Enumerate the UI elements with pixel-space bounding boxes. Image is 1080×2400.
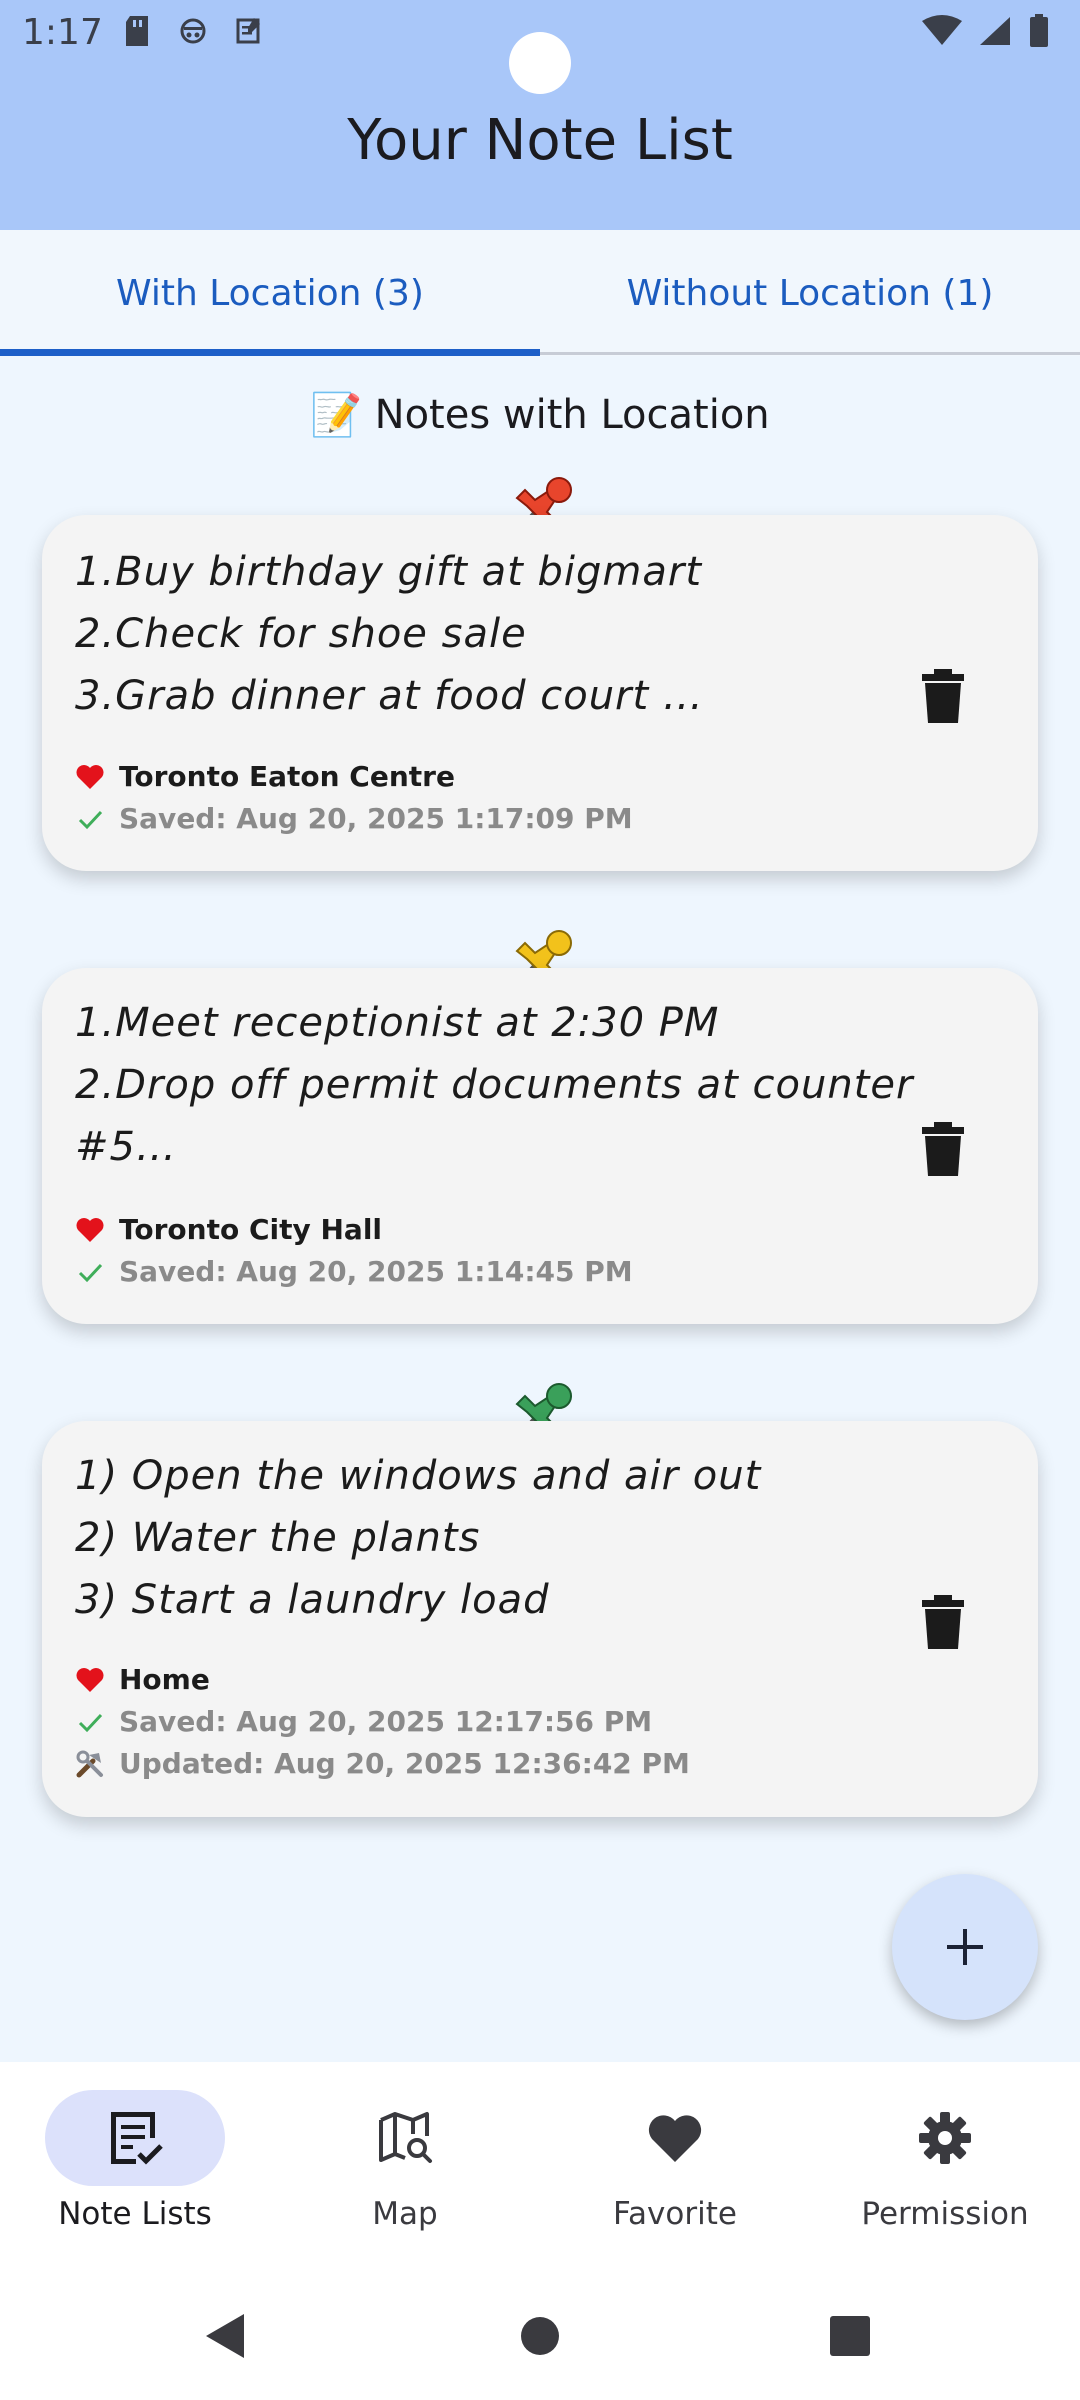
note-line: 1.Buy birthday gift at bigmart — [75, 549, 703, 595]
note-content: 1.Meet receptionist at 2:30 PM 2.Drop of… — [75, 992, 914, 1178]
delete-icon[interactable] — [920, 1595, 966, 1649]
page-title: Your Note List — [347, 108, 733, 173]
note-line: #5… — [75, 1124, 177, 1170]
home-icon[interactable] — [520, 2316, 560, 2356]
sd-card-icon — [122, 14, 152, 48]
delete-icon[interactable] — [920, 669, 966, 723]
note-line: 1) Open the windows and air out — [75, 1453, 762, 1499]
saved-timestamp: Saved: Aug 20, 2025 1:17:09 PM — [119, 802, 633, 835]
note-content: 1.Buy birthday gift at bigmart 2.Check f… — [75, 541, 895, 727]
status-system-icons — [922, 14, 1050, 53]
camera-cutout — [509, 32, 571, 94]
nav-icon-container — [315, 2090, 495, 2186]
note-line: 2.Check for shoe sale — [75, 611, 527, 657]
updated-timestamp: Updated: Aug 20, 2025 12:36:42 PM — [119, 1747, 690, 1780]
saved-timestamp: Saved: Aug 20, 2025 1:14:45 PM — [119, 1255, 633, 1288]
note-content: 1) Open the windows and air out 2) Water… — [75, 1445, 895, 1631]
status-notification-icons — [122, 14, 264, 48]
location-name: Toronto City Hall — [119, 1213, 383, 1246]
note-list-icon — [111, 2112, 163, 2165]
nav-map[interactable]: Map — [270, 2062, 540, 2262]
location-name: Home — [119, 1663, 210, 1696]
heart-icon — [648, 2115, 702, 2162]
plus-icon — [947, 1929, 983, 1965]
saved-row: Saved: Aug 20, 2025 1:14:45 PM — [75, 1255, 633, 1288]
map-search-icon — [379, 2112, 432, 2163]
battery-icon — [1028, 14, 1050, 53]
nav-label: Permission — [861, 2196, 1029, 2232]
saved-row: Saved: Aug 20, 2025 12:17:56 PM — [75, 1705, 652, 1738]
section-title: Notes with Location — [374, 392, 770, 438]
location-row: Toronto Eaton Centre — [75, 760, 455, 793]
updated-row: Updated: Aug 20, 2025 12:36:42 PM — [75, 1747, 690, 1780]
note-card[interactable]: 1.Buy birthday gift at bigmart 2.Check f… — [42, 515, 1038, 871]
heart-icon — [76, 1217, 104, 1242]
note-card[interactable]: 1) Open the windows and air out 2) Water… — [42, 1421, 1038, 1817]
heart-icon — [76, 1667, 104, 1692]
nav-note-lists[interactable]: Note Lists — [0, 2062, 270, 2262]
tools-icon — [76, 1750, 103, 1777]
back-icon[interactable] — [204, 2312, 246, 2360]
status-time: 1:17 — [22, 12, 103, 53]
app-header: 1:17 Your Note List — [0, 0, 1080, 230]
recents-icon[interactable] — [830, 2316, 870, 2356]
add-note-button[interactable] — [892, 1874, 1038, 2020]
check-icon — [78, 1713, 103, 1732]
memo-icon: 📝 — [310, 390, 363, 439]
system-navigation-bar — [0, 2280, 1080, 2400]
check-icon — [78, 810, 103, 829]
active-tab-indicator — [0, 349, 540, 356]
signal-icon — [978, 15, 1012, 52]
delete-icon[interactable] — [920, 1122, 966, 1176]
nav-label: Favorite — [613, 2196, 737, 2232]
note-line: 3.Grab dinner at food court … — [75, 673, 704, 719]
note-line: 1.Meet receptionist at 2:30 PM — [75, 1000, 720, 1046]
note-line: 3) Start a laundry load — [75, 1577, 550, 1623]
location-row: Home — [75, 1663, 210, 1696]
section-heading: 📝 Notes with Location — [0, 390, 1080, 440]
nav-label: Map — [372, 2196, 438, 2232]
tab-without-location[interactable]: Without Location (1) — [540, 230, 1080, 356]
nav-permission[interactable]: Permission — [810, 2062, 1080, 2262]
nav-favorite[interactable]: Favorite — [540, 2062, 810, 2262]
saved-timestamp: Saved: Aug 20, 2025 12:17:56 PM — [119, 1705, 653, 1738]
tab-divider — [540, 352, 1080, 355]
nav-indicator — [45, 2090, 225, 2186]
location-row: Toronto City Hall — [75, 1213, 382, 1246]
nav-icon-container — [855, 2090, 1035, 2186]
incognito-icon — [178, 14, 208, 48]
note-line: 2) Water the plants — [75, 1515, 481, 1561]
location-name: Toronto Eaton Centre — [119, 760, 455, 793]
notes-status-icon — [234, 14, 264, 48]
heart-icon — [76, 764, 104, 789]
location-tabs: With Location (3) Without Location (1) — [0, 230, 1080, 356]
note-card[interactable]: 1.Meet receptionist at 2:30 PM 2.Drop of… — [42, 968, 1038, 1324]
note-line: 2.Drop off permit documents at counter — [75, 1062, 914, 1108]
tab-with-location[interactable]: With Location (3) — [0, 230, 540, 356]
saved-row: Saved: Aug 20, 2025 1:17:09 PM — [75, 802, 633, 835]
nav-label: Note Lists — [58, 2196, 212, 2232]
wifi-icon — [922, 15, 962, 52]
nav-icon-container — [585, 2090, 765, 2186]
gear-icon — [919, 2112, 971, 2164]
check-icon — [78, 1263, 103, 1282]
